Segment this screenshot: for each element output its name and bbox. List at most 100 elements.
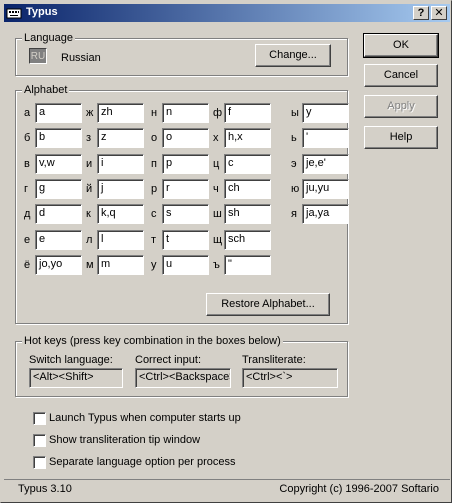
alphabet-transliteration-field[interactable]: d — [35, 204, 82, 225]
close-window-button[interactable]: ✕ — [431, 6, 447, 20]
alphabet-transliteration-field[interactable]: je,e' — [302, 153, 349, 174]
close-icon: ✕ — [434, 7, 444, 19]
alphabet-transliteration-field[interactable]: e — [35, 229, 82, 250]
language-group-label: Language — [22, 32, 75, 45]
alphabet-letter: у — [151, 258, 157, 271]
correct-input-hotkey-field[interactable]: <Ctrl><Backspace> — [135, 368, 231, 388]
alphabet-letter: с — [151, 208, 157, 221]
alphabet-transliteration-field[interactable]: l — [97, 229, 144, 250]
alphabet-letter: р — [151, 182, 158, 195]
alphabet-letter: ф — [213, 107, 223, 119]
separate-language-checkbox[interactable] — [33, 456, 46, 469]
alphabet-letter: э — [291, 157, 297, 170]
separate-language-label[interactable]: Separate language option per process — [49, 455, 236, 469]
alphabet-transliteration-field[interactable]: ja,ya — [302, 204, 349, 225]
alphabet-letter: ш — [213, 208, 222, 221]
alphabet-transliteration-field[interactable]: f — [224, 103, 271, 123]
alphabet-transliteration-field[interactable]: " — [224, 254, 271, 275]
help-button[interactable]: Help — [364, 126, 438, 149]
alphabet-letter: т — [151, 233, 157, 246]
alphabet-transliteration-field[interactable]: s — [162, 204, 209, 225]
alphabet-letter: н — [151, 107, 158, 119]
alphabet-letter: и — [86, 157, 93, 170]
alphabet-letter: п — [151, 157, 157, 170]
alphabet-transliteration-field[interactable]: ch — [224, 178, 271, 199]
alphabet-letter: е — [24, 233, 31, 246]
alphabet-transliteration-field[interactable]: c — [224, 153, 271, 174]
ok-button[interactable]: OK — [363, 33, 439, 58]
alphabet-transliteration-field[interactable]: ju,yu — [302, 178, 349, 199]
transliterate-hotkey-field[interactable]: <Ctrl><`> — [242, 368, 338, 388]
show-tip-window-label[interactable]: Show transliteration tip window — [49, 433, 200, 447]
alphabet-transliteration-field[interactable]: v,w — [35, 153, 82, 174]
alphabet-transliteration-field[interactable]: u — [162, 254, 209, 275]
apply-button[interactable]: Apply — [364, 95, 438, 118]
alphabet-transliteration-field[interactable]: h,x — [224, 128, 271, 149]
help-titlebar-button[interactable]: ? — [413, 6, 429, 20]
alphabet-transliteration-field[interactable]: jo,yo — [35, 254, 82, 275]
alphabet-letter: х — [213, 132, 219, 145]
show-tip-window-checkbox[interactable] — [33, 434, 46, 447]
alphabet-transliteration-field[interactable]: j — [97, 178, 144, 199]
change-language-button[interactable]: Change... — [255, 44, 331, 67]
alphabet-letter: л — [86, 233, 93, 246]
alphabet-letter: ы — [291, 107, 299, 119]
alphabet-letter: к — [86, 208, 91, 221]
alphabet-letter: я — [291, 208, 297, 221]
alphabet-transliteration-field[interactable]: r — [162, 178, 209, 199]
alphabet-letter: ц — [213, 157, 220, 170]
alphabet-letter: о — [151, 132, 158, 145]
alphabet-group-label: Alphabet — [22, 84, 70, 97]
switch-language-hotkey-field[interactable]: <Alt><Shift> — [29, 368, 123, 388]
alphabet-transliteration-field[interactable]: sh — [224, 204, 271, 225]
alphabet-transliteration-field[interactable]: y — [302, 103, 349, 123]
title-bar[interactable]: Typus ? ✕ — [4, 4, 450, 22]
alphabet-transliteration-field[interactable]: zh — [97, 103, 144, 123]
alphabet-letter: ч — [213, 182, 219, 195]
alphabet-transliteration-field[interactable]: g — [35, 178, 82, 199]
alphabet-transliteration-field[interactable]: sch — [224, 229, 271, 250]
alphabet-letter: ь — [291, 132, 297, 145]
alphabet-transliteration-field[interactable]: a — [35, 103, 82, 123]
language-name: Russian — [61, 52, 101, 64]
status-bar: Typus 3.10 Copyright (c) 1996-2007 Softa… — [4, 479, 450, 500]
launch-on-startup-label[interactable]: Launch Typus when computer starts up — [49, 411, 241, 425]
alphabet-transliteration-field[interactable]: p — [162, 153, 209, 174]
alphabet-group: Alphabet Restore Alphabet... а a б b в v,w г g д… — [15, 84, 349, 324]
correct-input-label: Correct input: — [135, 354, 202, 366]
alphabet-transliteration-field[interactable]: i — [97, 153, 144, 174]
alphabet-letter: а — [24, 107, 31, 119]
alphabet-transliteration-field[interactable]: b — [35, 128, 82, 149]
typus-app-icon — [6, 8, 22, 19]
alphabet-letter: щ — [213, 233, 223, 246]
typus-window: Typus ? ✕ Language RU Russian Change... … — [0, 0, 452, 503]
alphabet-letter: й — [86, 182, 93, 195]
language-group: Language RU Russian Change... — [15, 32, 348, 76]
alphabet-letter: м — [86, 258, 94, 271]
alphabet-transliteration-field[interactable]: n — [162, 103, 209, 123]
alphabet-transliteration-field[interactable]: t — [162, 229, 209, 250]
launch-on-startup-checkbox[interactable] — [33, 412, 46, 425]
alphabet-transliteration-field[interactable]: o — [162, 128, 209, 149]
window-title: Typus — [26, 6, 58, 18]
version-text: Typus 3.10 — [18, 483, 72, 495]
copyright-text: Copyright (c) 1996-2007 Softario — [279, 483, 439, 495]
switch-language-label: Switch language: — [29, 354, 113, 366]
alphabet-letter: в — [24, 157, 30, 170]
alphabet-letter: б — [24, 132, 31, 145]
language-flag-badge: RU — [29, 48, 47, 64]
alphabet-letter: ж — [86, 107, 94, 119]
alphabet-letter: г — [24, 182, 29, 195]
alphabet-letter: ё — [24, 258, 31, 271]
cancel-button[interactable]: Cancel — [364, 64, 438, 87]
restore-alphabet-button[interactable]: Restore Alphabet... — [206, 293, 330, 316]
alphabet-transliteration-field[interactable]: m — [97, 254, 144, 275]
alphabet-transliteration-field[interactable]: ' — [302, 128, 349, 149]
alphabet-transliteration-field[interactable]: k,q — [97, 204, 144, 225]
question-icon: ? — [417, 7, 425, 19]
alphabet-letter: ъ — [213, 258, 220, 271]
alphabet-letter: ю — [291, 182, 300, 195]
transliterate-label: Transliterate: — [242, 354, 306, 366]
alphabet-letter: д — [24, 208, 31, 221]
alphabet-transliteration-field[interactable]: z — [97, 128, 144, 149]
